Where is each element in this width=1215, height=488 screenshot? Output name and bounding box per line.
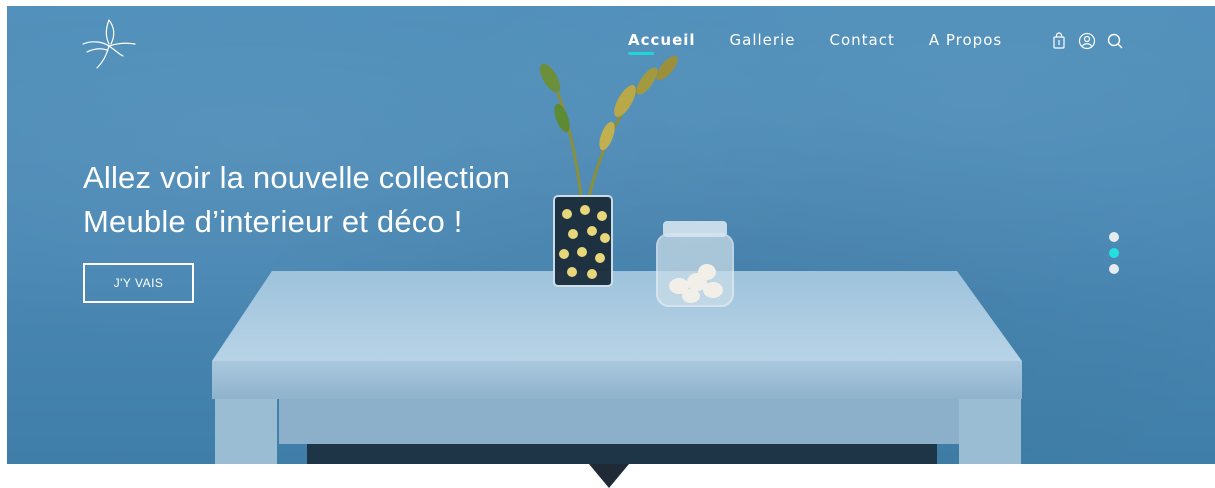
slider-dot-3[interactable] — [1109, 264, 1119, 274]
shopping-bag-icon[interactable] — [1050, 32, 1068, 50]
nav-item-gallerie[interactable]: Gallerie — [730, 31, 796, 49]
search-icon[interactable] — [1106, 32, 1124, 50]
main-navigation: Accueil Gallerie Contact A Propos — [628, 31, 1036, 55]
slider-dot-1[interactable] — [1109, 232, 1119, 242]
nav-item-contact[interactable]: Contact — [829, 31, 894, 49]
scroll-down-arrow-icon[interactable] — [589, 464, 629, 488]
hero-headline-line1: Allez voir la nouvelle collection — [83, 160, 511, 195]
bird-logo-icon[interactable] — [79, 14, 139, 70]
nav-item-accueil[interactable]: Accueil — [628, 31, 696, 55]
slider-dot-2[interactable] — [1109, 248, 1119, 258]
slider-pagination — [1109, 232, 1119, 274]
hero-headline-line2: Meuble d’interieur et déco ! — [83, 204, 463, 239]
nav-item-a-propos[interactable]: A Propos — [929, 31, 1002, 49]
jy-vais-button[interactable]: J'Y VAIS — [83, 263, 194, 303]
header-icon-group — [1050, 32, 1124, 50]
hero-banner: Accueil Gallerie Contact A Propos Allez … — [7, 6, 1215, 464]
hero-headline: Allez voir la nouvelle collection Meuble… — [83, 156, 510, 244]
user-icon[interactable] — [1078, 32, 1096, 50]
